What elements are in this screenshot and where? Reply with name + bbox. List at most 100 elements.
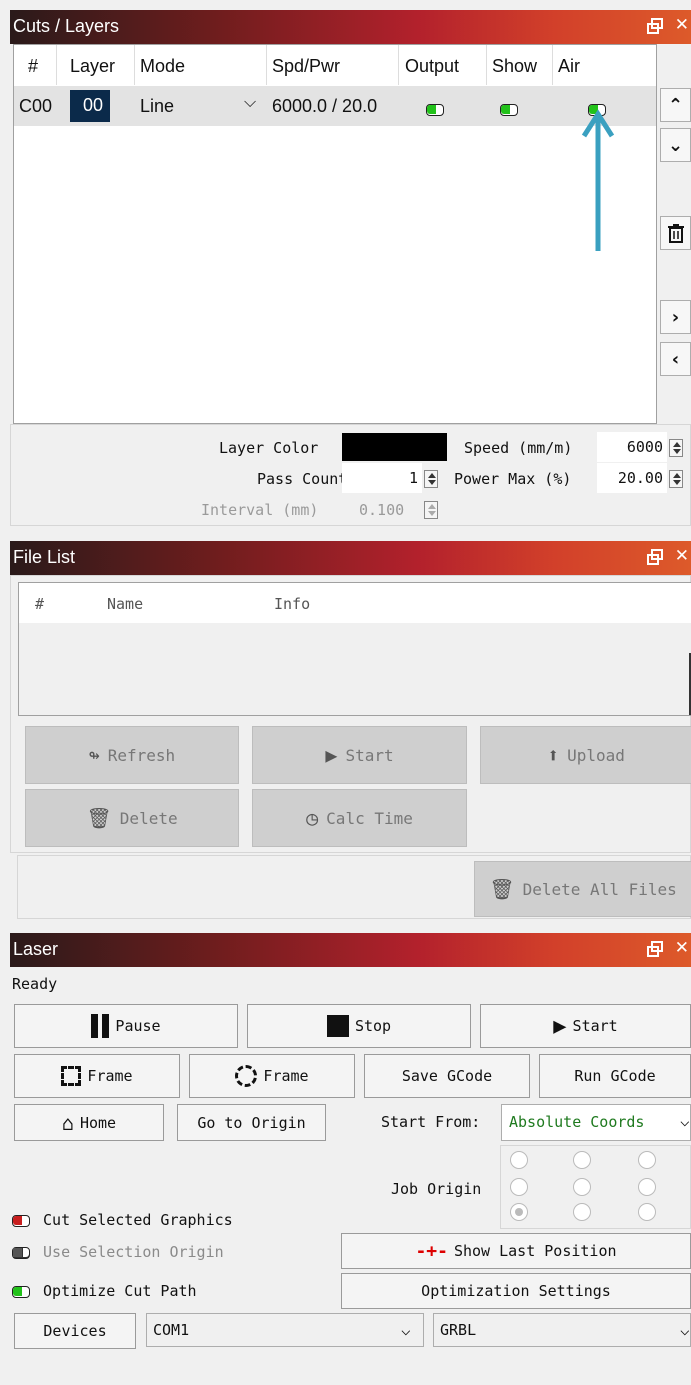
mode-select[interactable]: Line <box>140 96 174 117</box>
start-file-button[interactable]: ▶ Start <box>252 726 467 784</box>
spd-pwr-value: 6000.0 / 20.0 <box>272 96 378 116</box>
devices-button[interactable]: Devices <box>14 1313 136 1349</box>
chevron-down-icon[interactable]: ⌵ <box>244 94 256 112</box>
pause-button[interactable]: Pause <box>14 1004 238 1048</box>
move-down-button[interactable]: ⌄ <box>660 128 691 162</box>
origin-radio-middle-left[interactable] <box>510 1178 528 1196</box>
cuts-layers-titlebar: Cuts / Layers ✕ <box>10 10 691 44</box>
status-text: Ready <box>12 975 58 993</box>
pass-count-spinner[interactable] <box>424 469 438 488</box>
speed-label: Speed (mm/m) <box>464 439 573 457</box>
interval-label: Interval (mm) <box>201 501 319 519</box>
origin-radio-top-right[interactable] <box>638 1151 656 1169</box>
save-gcode-button[interactable]: Save GCode <box>364 1054 530 1098</box>
use-selection-origin-toggle[interactable] <box>12 1246 30 1259</box>
close-icon[interactable]: ✕ <box>675 15 689 35</box>
port-select[interactable]: COM1 ⌵ <box>146 1313 424 1347</box>
frame-circle-icon <box>235 1065 258 1087</box>
cut-selected-toggle-row[interactable]: Cut Selected Graphics <box>12 1211 233 1229</box>
go-to-origin-button[interactable]: Go to Origin <box>177 1104 326 1141</box>
layer-color-swatch[interactable] <box>342 433 447 461</box>
output-toggle[interactable] <box>426 99 444 120</box>
close-icon[interactable]: ✕ <box>675 546 689 566</box>
speed-input[interactable]: 6000 <box>597 432 667 462</box>
chevron-down-icon[interactable]: ⌵ <box>401 1320 411 1339</box>
use-selection-origin-row[interactable]: Use Selection Origin <box>12 1243 224 1261</box>
origin-radio-top-left[interactable] <box>510 1151 528 1169</box>
float-window-icon[interactable] <box>647 941 663 957</box>
move-up-button[interactable]: ⌃ <box>660 88 691 122</box>
col-header-index: # <box>28 56 39 76</box>
stop-button[interactable]: Stop <box>247 1004 471 1048</box>
job-origin-label: Job Origin <box>391 1180 482 1198</box>
expand-right-button[interactable]: › <box>660 300 691 334</box>
refresh-button[interactable]: ↬ Refresh <box>25 726 239 784</box>
file-list-panel: # Name Info ↬ Refresh ▶ Start ⬆ Upload 🗑… <box>10 575 691 853</box>
stop-icon <box>326 1015 349 1037</box>
power-max-label: Power Max (%) <box>454 470 572 488</box>
float-window-icon[interactable] <box>647 549 663 565</box>
layer-color-label: Layer Color <box>219 439 319 457</box>
col-header-info: Info <box>274 595 311 613</box>
float-window-icon[interactable] <box>647 18 663 34</box>
power-max-input[interactable]: 20.00 <box>597 463 667 493</box>
upload-icon: ⬆ <box>547 743 560 767</box>
pass-count-input[interactable]: 1 <box>342 463 422 493</box>
home-icon: ⌂ <box>61 1110 74 1135</box>
calc-time-button[interactable]: ◷ Calc Time <box>252 789 467 847</box>
clock-icon: ◷ <box>306 806 319 830</box>
cut-selected-label: Cut Selected Graphics <box>43 1211 233 1229</box>
refresh-icon: ↬ <box>88 744 100 766</box>
chevron-down-icon[interactable]: ⌵ <box>680 1111 690 1130</box>
controller-select[interactable]: GRBL ⌵ <box>433 1313 691 1347</box>
power-max-spinner[interactable] <box>669 469 683 488</box>
show-last-position-button[interactable]: -+- Show Last Position <box>341 1233 691 1269</box>
pause-icon <box>91 1014 110 1038</box>
origin-radio-middle-center[interactable] <box>573 1178 591 1196</box>
origin-radio-bottom-right[interactable] <box>638 1203 656 1221</box>
origin-radio-top-center[interactable] <box>573 1151 591 1169</box>
delete-all-area: 🗑 Delete All Files <box>17 855 691 919</box>
delete-file-button[interactable]: 🗑 Delete <box>25 789 239 847</box>
delete-all-files-button[interactable]: 🗑 Delete All Files <box>474 861 691 917</box>
home-button[interactable]: ⌂ Home <box>14 1104 164 1141</box>
file-table: # Name Info <box>18 582 691 716</box>
show-toggle[interactable] <box>500 99 518 120</box>
layers-table: # Layer Mode Spd/Pwr Output Show Air C00… <box>13 44 657 424</box>
close-icon[interactable]: ✕ <box>675 938 689 958</box>
pass-count-label: Pass Count <box>257 470 348 488</box>
run-gcode-button[interactable]: Run GCode <box>539 1054 691 1098</box>
chevron-down-icon[interactable]: ⌵ <box>680 1320 690 1339</box>
collapse-left-button[interactable]: ‹ <box>660 342 691 376</box>
trash-icon: 🗑 <box>489 877 515 901</box>
row-id: C00 <box>19 96 53 116</box>
col-header-output: Output <box>405 56 460 76</box>
origin-radio-bottom-left[interactable] <box>510 1203 528 1221</box>
delete-layer-button[interactable] <box>660 216 691 250</box>
optimize-cut-path-row[interactable]: Optimize Cut Path <box>12 1282 197 1300</box>
interval-spinner <box>424 500 438 519</box>
col-header-mode: Mode <box>140 56 186 76</box>
col-header-spdpwr: Spd/Pwr <box>272 56 341 76</box>
file-list-titlebar: File List ✕ <box>10 541 691 575</box>
upload-button[interactable]: ⬆ Upload <box>480 726 691 784</box>
layers-table-header: # Layer Mode Spd/Pwr Output Show Air <box>14 45 656 85</box>
origin-radio-bottom-center[interactable] <box>573 1203 591 1221</box>
optimization-settings-button[interactable]: Optimization Settings <box>341 1273 691 1309</box>
frame-rect-button[interactable]: Frame <box>14 1054 180 1098</box>
file-list-title: File List <box>13 547 76 567</box>
optimize-cut-path-toggle[interactable] <box>12 1285 30 1298</box>
annotation-arrow-icon <box>581 109 615 251</box>
origin-radio-middle-right[interactable] <box>638 1178 656 1196</box>
laser-title: Laser <box>13 939 59 959</box>
layer-chip[interactable]: 00 <box>70 90 110 122</box>
cuts-layers-title: Cuts / Layers <box>13 16 120 36</box>
job-origin-grid <box>500 1145 691 1229</box>
frame-circle-button[interactable]: Frame <box>189 1054 355 1098</box>
start-laser-button[interactable]: ▶ Start <box>480 1004 691 1048</box>
cut-selected-toggle[interactable] <box>12 1214 30 1227</box>
optimize-cut-path-label: Optimize Cut Path <box>43 1282 197 1300</box>
start-from-select[interactable]: Absolute Coords ⌵ <box>501 1104 691 1141</box>
speed-spinner[interactable] <box>669 438 683 457</box>
table-row[interactable]: C00 00 Line ⌵ 6000.0 / 20.0 <box>14 86 656 126</box>
